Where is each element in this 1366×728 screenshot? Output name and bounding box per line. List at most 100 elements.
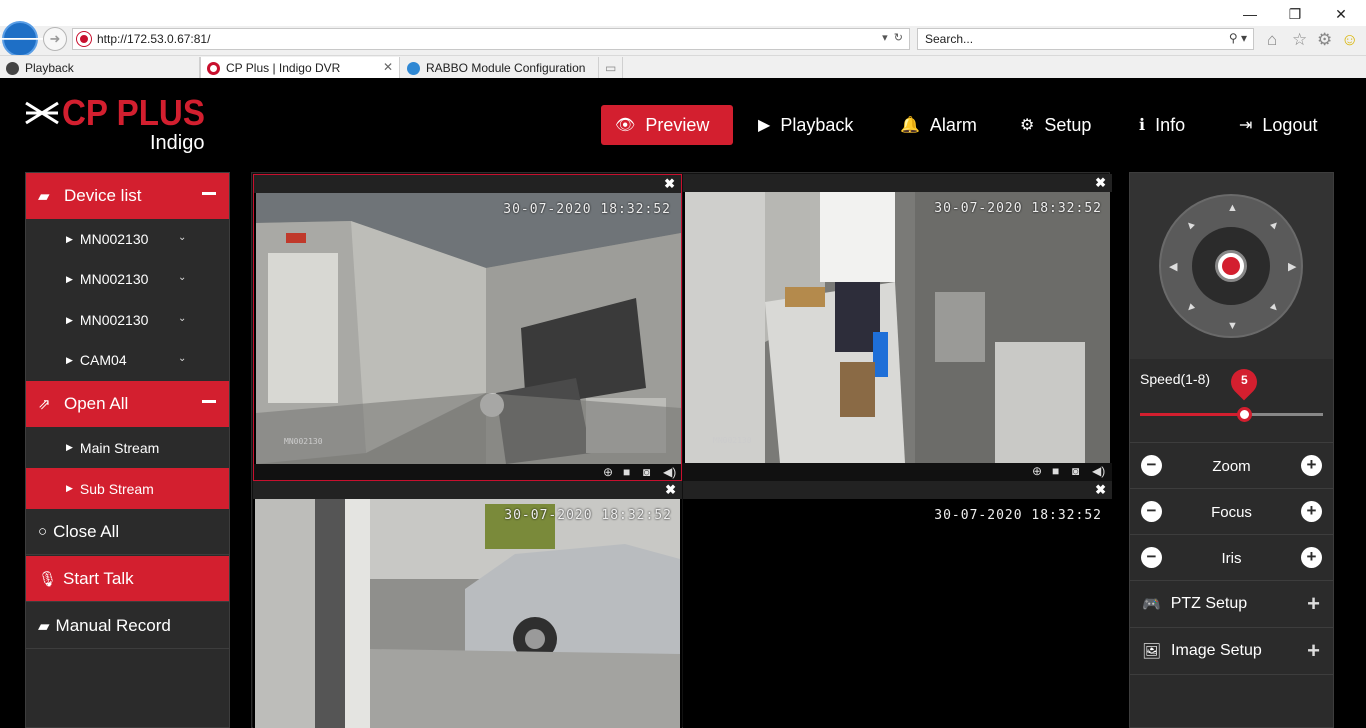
- restore-button[interactable]: ❐: [1272, 0, 1318, 28]
- close-icon[interactable]: ✖: [1095, 175, 1106, 191]
- stream-item-sub[interactable]: ▶ Sub Stream: [26, 468, 229, 509]
- nav-info[interactable]: ℹ Info: [1125, 105, 1199, 145]
- new-tab-icon: ▭: [605, 61, 617, 75]
- address-bar[interactable]: http://172.53.0.67:81/ ▾ ↻: [72, 28, 910, 50]
- address-url[interactable]: http://172.53.0.67:81/: [97, 32, 210, 46]
- ptz-direction-box: ▲ ▼ ◀ ▶ ▲ ▲ ▼ ▼: [1130, 173, 1333, 359]
- bell-icon: 🔔: [900, 117, 920, 134]
- pan-up-arrow-icon[interactable]: ▲: [1227, 202, 1238, 214]
- video-cell-3[interactable]: ✖ 30-07-2020 18:32:52: [253, 481, 682, 728]
- close-all-button[interactable]: ○ Close All: [26, 509, 229, 555]
- zoom-in-icon[interactable]: ⊕: [603, 465, 613, 479]
- close-icon[interactable]: ✖: [665, 482, 676, 498]
- camera-feed-4[interactable]: [685, 499, 1110, 728]
- focus-control: Focus − +: [1130, 489, 1333, 535]
- video-cell-1[interactable]: ✖ 30-07-2020 18:32:52 MN002130 ⊕ ■ ◙ ◀): [253, 174, 682, 481]
- chevron-down-icon[interactable]: ⌄: [178, 272, 186, 283]
- pan-down-arrow-icon[interactable]: ▼: [1227, 320, 1238, 332]
- speed-slider[interactable]: [1140, 407, 1323, 422]
- nav-preview[interactable]: 👁 Preview: [601, 105, 733, 145]
- pan-up-left-arrow-icon[interactable]: ▲: [1182, 217, 1198, 233]
- search-icon[interactable]: ⚲: [1229, 31, 1238, 45]
- caret-right-icon: ▶: [66, 483, 73, 493]
- expand-plus-icon[interactable]: +: [1307, 638, 1320, 664]
- speed-slider-handle[interactable]: [1237, 407, 1253, 422]
- record-icon[interactable]: ■: [623, 465, 630, 479]
- expand-plus-icon[interactable]: +: [1307, 591, 1320, 617]
- focus-minus-button[interactable]: −: [1141, 501, 1162, 522]
- pan-up-right-arrow-icon[interactable]: ▲: [1266, 217, 1282, 233]
- audio-icon[interactable]: ◀): [663, 465, 676, 479]
- ptz-center-button[interactable]: [1215, 250, 1247, 282]
- ptz-setup-row[interactable]: 🎮 PTZ Setup +: [1130, 581, 1333, 628]
- address-controls[interactable]: ▾ ↻: [882, 31, 903, 44]
- camera-feed-3[interactable]: [255, 499, 680, 728]
- close-icon[interactable]: ✖: [664, 176, 675, 192]
- camera-feed-2[interactable]: [685, 192, 1110, 463]
- open-all-header[interactable]: ⇗ Open All: [26, 381, 229, 427]
- video-cell-4[interactable]: ✖ 30-07-2020 18:32:52: [683, 481, 1112, 728]
- tools-gear-icon[interactable]: ⚙: [1317, 30, 1332, 50]
- nav-alarm[interactable]: 🔔 Alarm: [886, 105, 991, 145]
- snapshot-icon[interactable]: ◙: [643, 465, 650, 479]
- ptz-setup-label: PTZ Setup: [1170, 595, 1248, 612]
- pan-down-left-arrow-icon[interactable]: ▼: [1182, 300, 1198, 316]
- zoom-out-button[interactable]: −: [1141, 455, 1162, 476]
- device-list-header[interactable]: ▰ Device list: [26, 173, 229, 219]
- close-icon[interactable]: ✖: [1095, 482, 1106, 498]
- pan-left-arrow-icon[interactable]: ◀: [1169, 260, 1177, 273]
- dropdown-icon[interactable]: ▾: [882, 32, 888, 44]
- collapse-icon[interactable]: [202, 192, 216, 195]
- pan-down-right-arrow-icon[interactable]: ▼: [1266, 300, 1282, 316]
- search-box[interactable]: Search... ⚲ ▾: [917, 28, 1254, 50]
- forward-button[interactable]: ➜: [43, 27, 67, 51]
- dropdown-icon[interactable]: ▾: [1241, 31, 1247, 45]
- zoom-in-icon[interactable]: ⊕: [1032, 464, 1042, 478]
- zoom-in-button[interactable]: +: [1301, 455, 1322, 476]
- camera-feed-1[interactable]: [256, 193, 681, 464]
- pan-right-arrow-icon[interactable]: ▶: [1288, 260, 1296, 273]
- nav-setup[interactable]: ⚙ Setup: [1006, 105, 1105, 145]
- tab-playback[interactable]: Playback: [0, 57, 200, 79]
- focus-plus-button[interactable]: +: [1301, 501, 1322, 522]
- close-window-button[interactable]: ✕: [1318, 0, 1364, 28]
- collapse-icon[interactable]: [202, 400, 216, 403]
- tab-rabbo[interactable]: RABBO Module Configuration: [401, 57, 599, 79]
- iris-plus-button[interactable]: +: [1301, 547, 1322, 568]
- favorites-star-icon[interactable]: ☆: [1292, 30, 1307, 50]
- search-input[interactable]: Search...: [925, 32, 973, 46]
- start-talk-button[interactable]: 🎙 Start Talk: [26, 556, 229, 602]
- device-item[interactable]: ▶ MN002130 ⌄: [26, 300, 229, 340]
- home-icon[interactable]: ⌂: [1267, 30, 1277, 50]
- image-setup-row[interactable]: 🖼 Image Setup +: [1130, 628, 1333, 675]
- chevron-down-icon[interactable]: ⌄: [178, 353, 186, 364]
- device-item[interactable]: ▶ MN002130 ⌄: [26, 219, 229, 259]
- snapshot-icon[interactable]: ◙: [1072, 464, 1079, 478]
- minimize-button[interactable]: —: [1227, 0, 1273, 28]
- chevron-down-icon[interactable]: ⌄: [178, 313, 186, 324]
- new-tab-button[interactable]: ▭: [601, 57, 623, 79]
- video-cell-2[interactable]: ✖ 30-07-2020 18:32:52 MN002130 ⊕ ■ ◙ ◀): [683, 174, 1112, 481]
- iris-minus-button[interactable]: −: [1141, 547, 1162, 568]
- tab-close-icon[interactable]: ✕: [383, 60, 393, 74]
- nav-logout[interactable]: ⇥ Logout: [1225, 105, 1331, 145]
- search-controls[interactable]: ⚲ ▾: [1229, 31, 1247, 45]
- zoom-control: Zoom − +: [1130, 443, 1333, 489]
- device-item[interactable]: ▶ CAM04 ⌄: [26, 340, 229, 380]
- ptz-dpad[interactable]: ▲ ▼ ◀ ▶ ▲ ▲ ▼ ▼: [1159, 194, 1303, 338]
- tab-cp-plus[interactable]: CP Plus | Indigo DVR ✕: [200, 57, 400, 79]
- device-item[interactable]: ▶ MN002130 ⌄: [26, 259, 229, 299]
- back-button[interactable]: 🡐: [0, 21, 50, 57]
- manual-record-button[interactable]: ▰ Manual Record: [26, 603, 229, 649]
- start-talk-label: Start Talk: [63, 568, 134, 588]
- stream-item-main[interactable]: ▶ Main Stream: [26, 427, 229, 468]
- ie-favicon-icon: [407, 61, 420, 75]
- logo-mark-icon: [25, 101, 59, 125]
- caret-right-icon: ▶: [66, 314, 73, 325]
- smiley-feedback-icon[interactable]: ☺: [1341, 30, 1358, 50]
- audio-icon[interactable]: ◀): [1092, 464, 1105, 478]
- record-icon[interactable]: ■: [1052, 464, 1059, 478]
- refresh-icon[interactable]: ↻: [894, 32, 903, 44]
- nav-playback[interactable]: ▶ Playback: [744, 105, 867, 145]
- chevron-down-icon[interactable]: ⌄: [178, 232, 186, 243]
